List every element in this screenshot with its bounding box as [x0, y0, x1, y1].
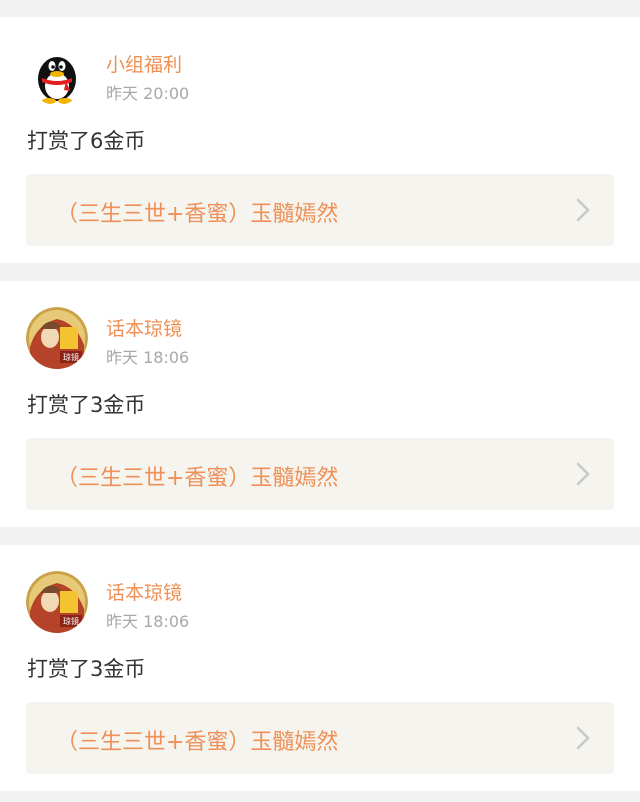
timestamp: 昨天 18:06: [106, 348, 190, 367]
reward-message: 打赏了3金币: [27, 393, 146, 417]
chevron-right-icon: [576, 726, 590, 750]
user-avatar-icon[interactable]: 琼镜: [26, 307, 88, 369]
book-title: （三生三世+香蜜）玉髓嫣然: [56, 202, 339, 227]
book-title: （三生三世+香蜜）玉髓嫣然: [56, 466, 339, 491]
book-title: （三生三世+香蜜）玉髓嫣然: [56, 730, 339, 755]
book-link[interactable]: （三生三世+香蜜）玉髓嫣然: [26, 174, 614, 246]
svg-text:琼镜: 琼镜: [63, 352, 79, 362]
timestamp: 昨天 20:00: [106, 84, 190, 103]
book-link[interactable]: （三生三世+香蜜）玉髓嫣然: [26, 702, 614, 774]
reward-message: 打赏了3金币: [27, 657, 146, 681]
qq-penguin-avatar-icon[interactable]: [26, 43, 88, 105]
reward-message: 打赏了6金币: [27, 129, 146, 153]
feed-card: 琼镜 话本琼镜 昨天 18:06 打赏了3金币 （三生三世+香蜜）玉髓嫣然: [0, 281, 640, 527]
chevron-right-icon: [576, 198, 590, 222]
username[interactable]: 话本琼镜: [106, 314, 182, 341]
user-avatar-icon[interactable]: 琼镜: [26, 571, 88, 633]
reward-feed: 小组福利 昨天 20:00 打赏了6金币 （三生三世+香蜜）玉髓嫣然 琼镜 话本…: [0, 0, 640, 802]
feed-card: 小组福利 昨天 20:00 打赏了6金币 （三生三世+香蜜）玉髓嫣然: [0, 17, 640, 263]
svg-text:琼镜: 琼镜: [63, 616, 79, 626]
username[interactable]: 小组福利: [106, 50, 182, 77]
book-link[interactable]: （三生三世+香蜜）玉髓嫣然: [26, 438, 614, 510]
feed-card: 琼镜 话本琼镜 昨天 18:06 打赏了3金币 （三生三世+香蜜）玉髓嫣然: [0, 545, 640, 791]
chevron-right-icon: [576, 462, 590, 486]
username[interactable]: 话本琼镜: [106, 578, 182, 605]
timestamp: 昨天 18:06: [106, 612, 190, 631]
